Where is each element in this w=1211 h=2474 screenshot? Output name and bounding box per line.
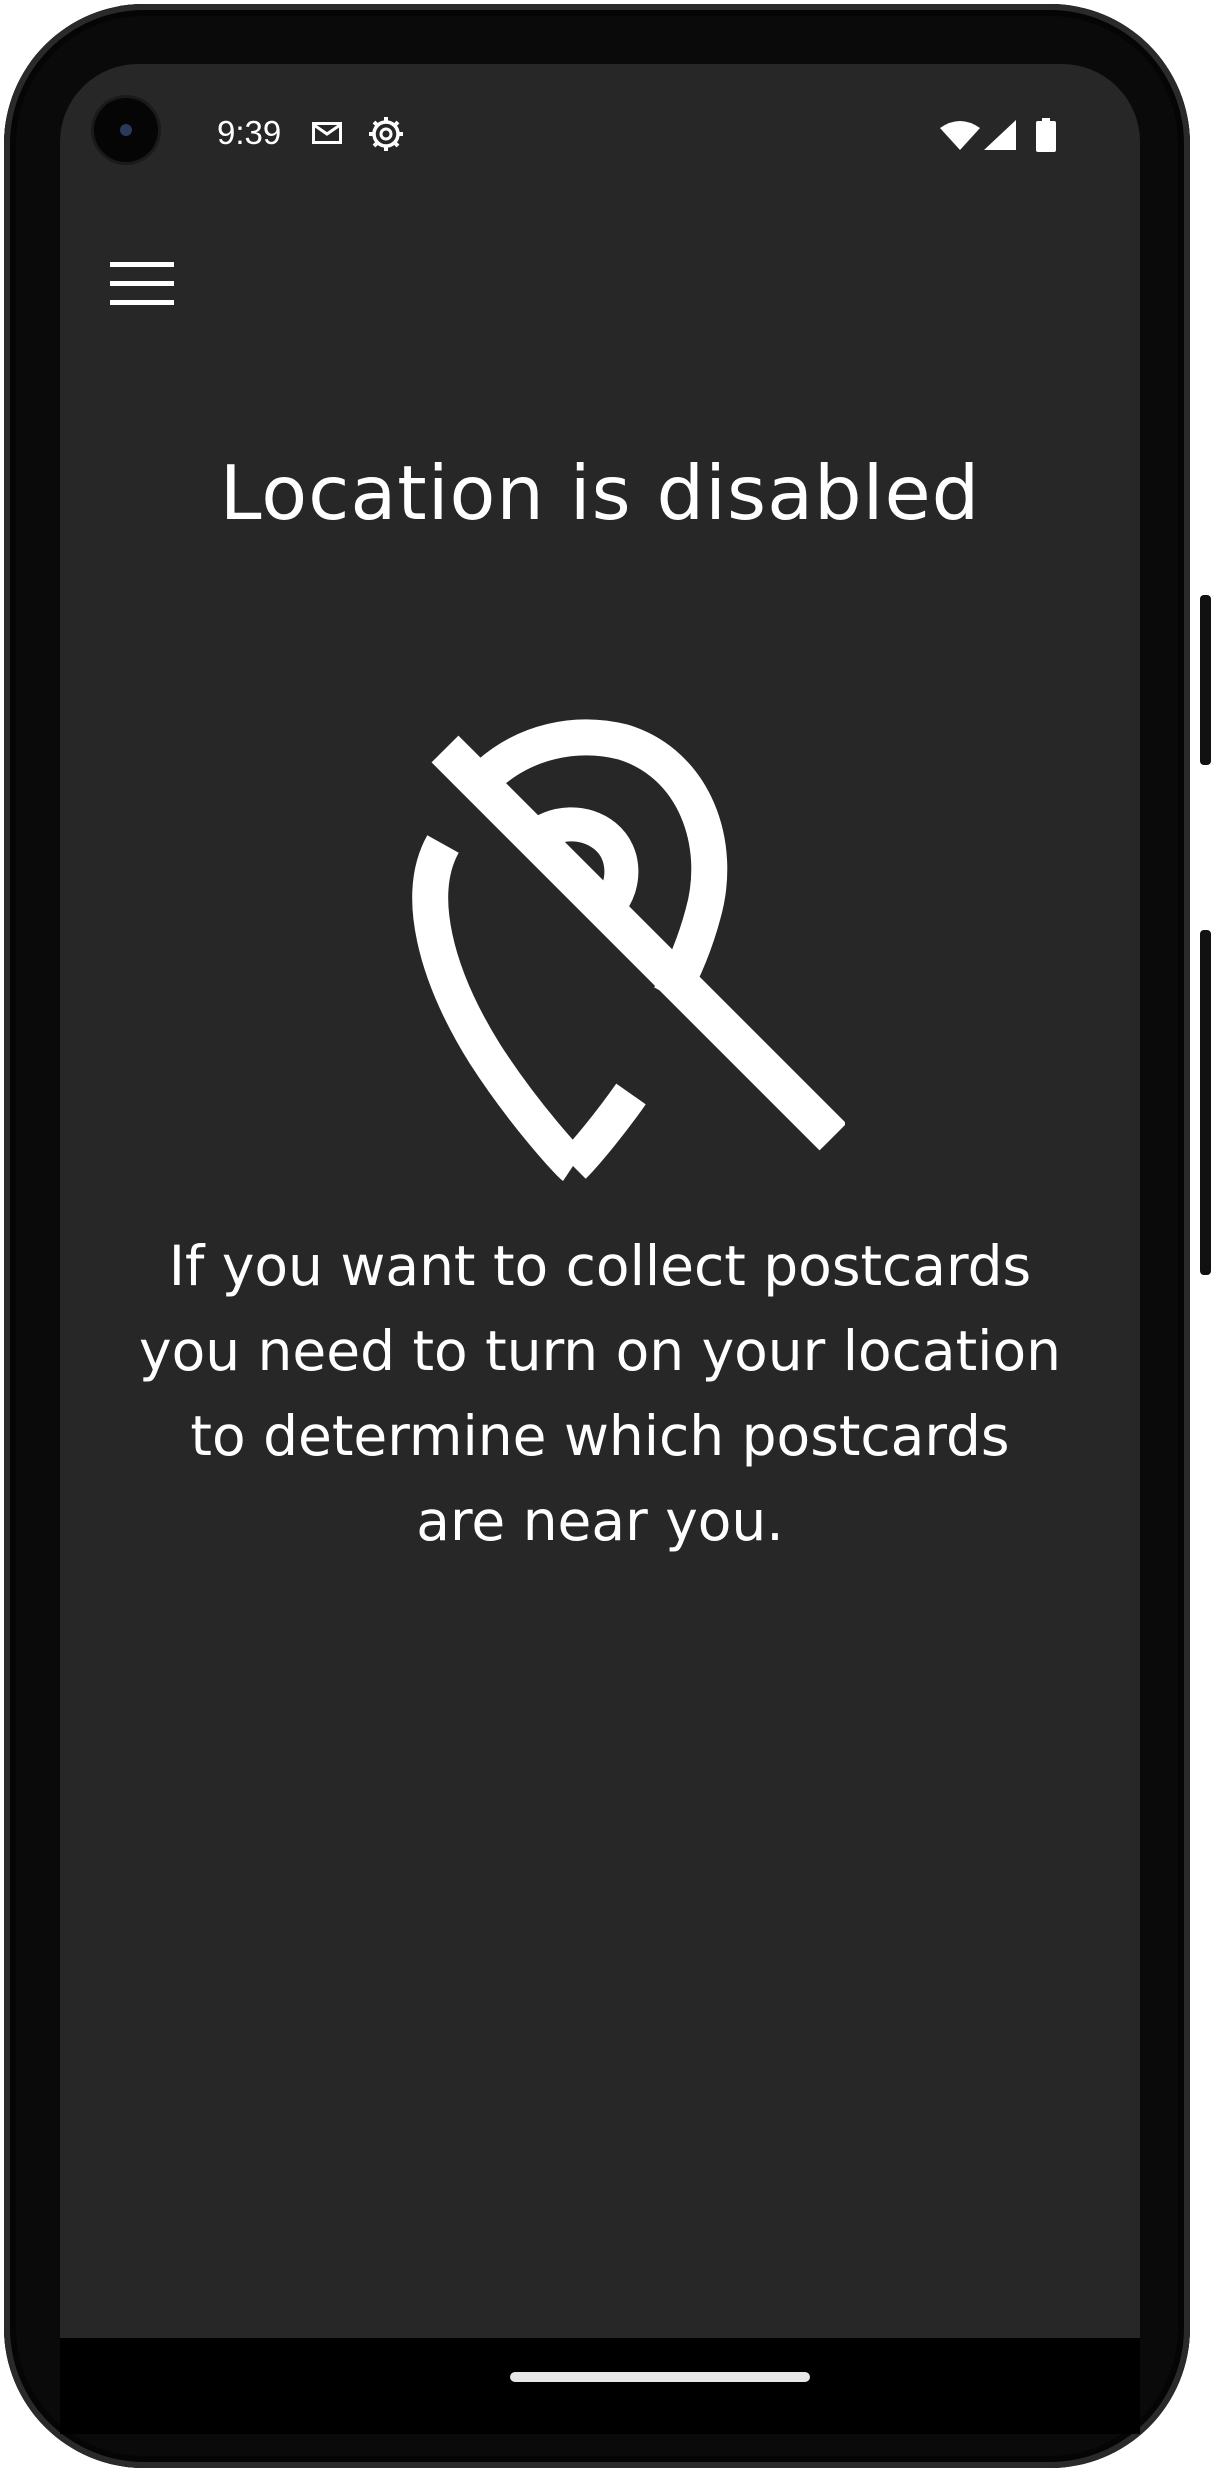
page-title: Location is disabled	[219, 449, 981, 537]
phone-device: 9:39 Location is disabled If you want to…	[0, 0, 1211, 2474]
message-line: If you want to collect postcards	[168, 1234, 1032, 1298]
app-screen: 9:39 Location is disabled If you want to…	[60, 64, 1140, 2404]
location-off-icon	[412, 719, 845, 1181]
mail-icon	[312, 122, 342, 144]
status-time: 9:39	[217, 114, 282, 151]
wifi-icon	[940, 121, 980, 150]
front-camera	[94, 98, 158, 162]
location-message: If you want to collect postcards you nee…	[100, 1224, 1100, 1564]
hamburger-menu-icon	[110, 262, 174, 305]
message-line: you need to turn on your location	[139, 1319, 1061, 1383]
power-button	[1200, 595, 1211, 765]
volume-button	[1200, 930, 1211, 1275]
battery-icon	[1036, 118, 1056, 152]
home-indicator[interactable]	[510, 2372, 810, 2382]
message-line: to determine which postcards	[190, 1404, 1010, 1468]
navigation-bar	[60, 2338, 1140, 2434]
signal-icon	[984, 120, 1016, 150]
settings-icon	[369, 117, 403, 151]
hamburger-menu-button[interactable]	[104, 246, 180, 322]
message-line: are near you.	[416, 1489, 784, 1553]
